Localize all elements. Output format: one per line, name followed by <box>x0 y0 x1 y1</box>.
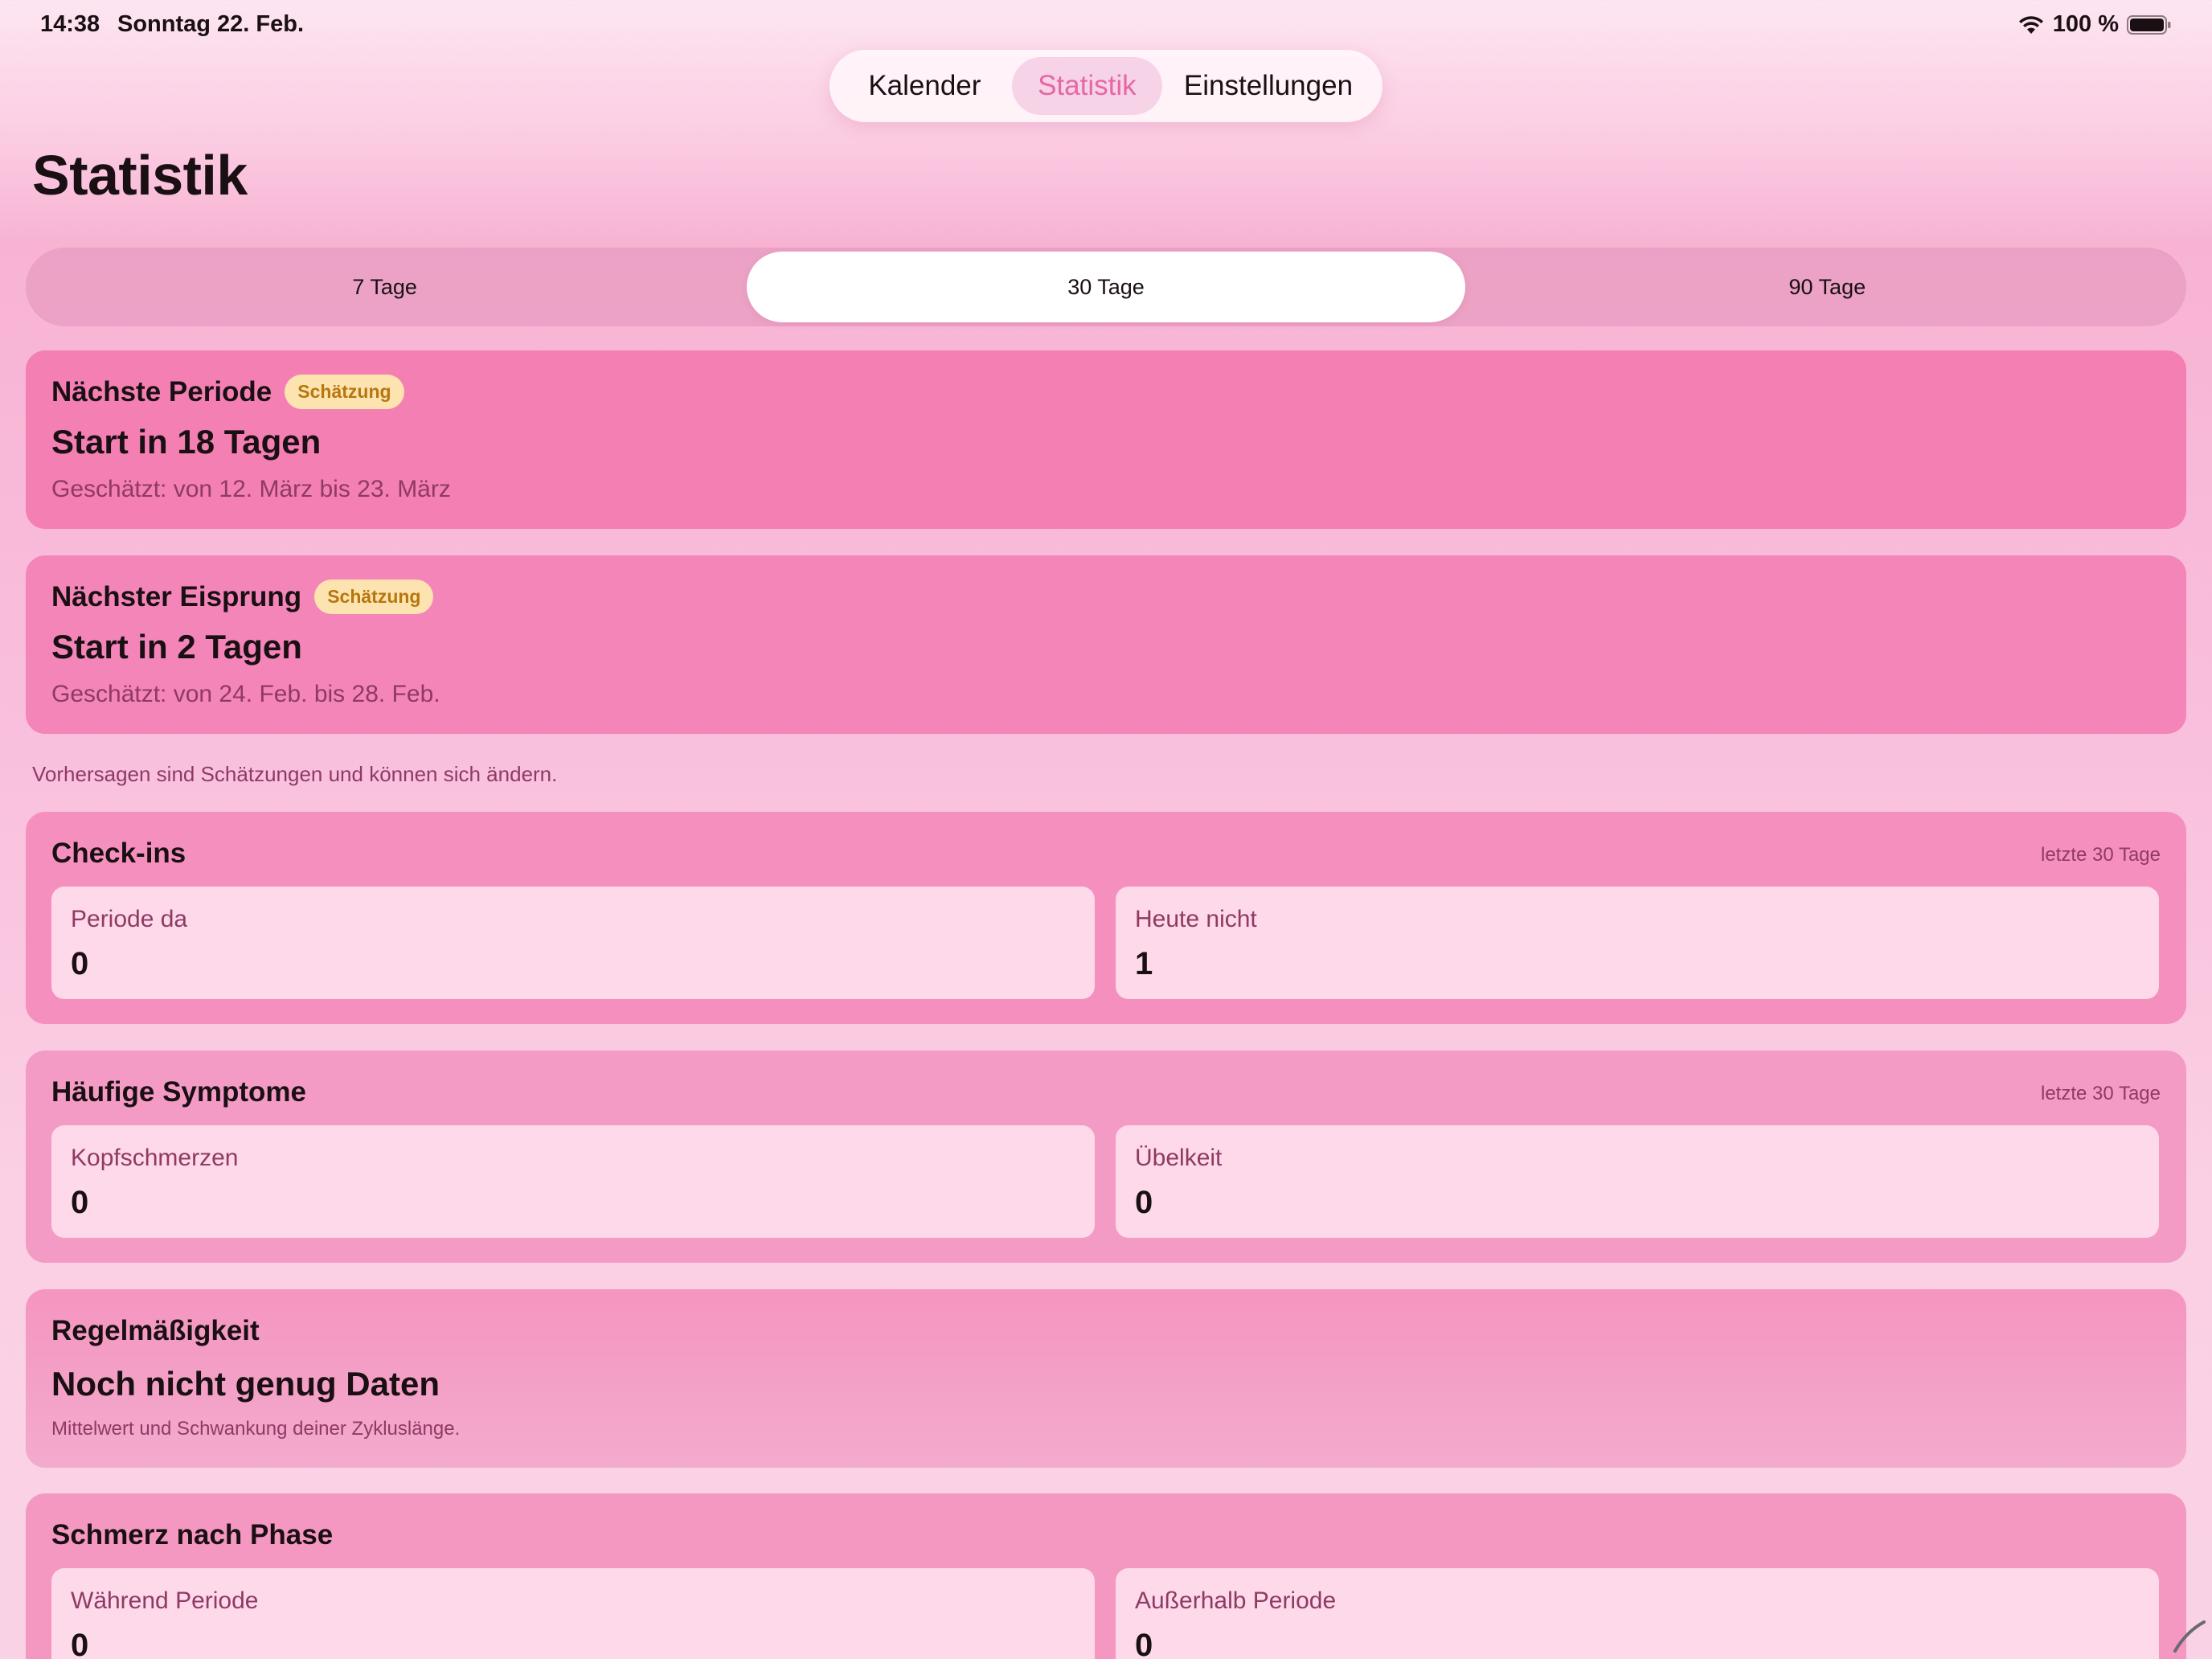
main-tab-bar: Kalender Statistik Einstellungen <box>830 50 1382 122</box>
prediction-disclaimer: Vorhersagen sind Schätzungen und können … <box>32 762 558 786</box>
next-period-card: Nächste Periode Schätzung Start in 18 Ta… <box>26 350 2186 529</box>
next-period-title: Nächste Periode <box>51 375 272 408</box>
range-90-days[interactable]: 90 Tage <box>1469 252 2186 322</box>
tile-label: Heute nicht <box>1135 906 1257 932</box>
scroll-indicator-icon <box>2173 1620 2206 1653</box>
symptoms-period: letzte 30 Tage <box>2040 1083 2161 1104</box>
regularity-headline: Noch nicht genug Daten <box>51 1365 440 1403</box>
status-time: 14:38 <box>40 11 100 37</box>
tab-kalender[interactable]: Kalender <box>838 57 1012 115</box>
range-30-days[interactable]: 30 Tage <box>747 252 1465 322</box>
regularity-note: Mittelwert und Schwankung deiner Zyklusl… <box>51 1418 461 1440</box>
tile-label: Übelkeit <box>1135 1145 1223 1171</box>
checkins-period: letzte 30 Tage <box>2040 844 2161 866</box>
regularity-card: Regelmäßigkeit Noch nicht genug Daten Mi… <box>26 1289 2186 1468</box>
page-title: Statistik <box>32 144 248 207</box>
status-indicators: 100 % <box>2017 11 2172 38</box>
symptom-tile: Kopfschmerzen 0 <box>51 1125 1095 1238</box>
symptoms-title: Häufige Symptome <box>51 1076 306 1108</box>
tab-einstellungen[interactable]: Einstellungen <box>1162 57 1374 115</box>
checkin-tile: Periode da 0 <box>51 887 1095 999</box>
tab-statistik[interactable]: Statistik <box>1011 57 1162 115</box>
tile-value: 0 <box>1135 1185 1153 1220</box>
tile-value: 0 <box>1135 1628 1153 1659</box>
tile-value: 0 <box>71 1628 89 1659</box>
tile-label: Während Periode <box>71 1587 259 1614</box>
pain-title: Schmerz nach Phase <box>51 1519 334 1550</box>
estimate-badge: Schätzung <box>314 580 434 614</box>
tile-value: 0 <box>71 946 89 981</box>
status-date: Sonntag 22. Feb. <box>117 11 305 37</box>
checkins-title: Check-ins <box>51 838 186 869</box>
status-bar: 14:38 Sonntag 22. Feb. 100 % <box>0 0 2212 51</box>
range-7-days[interactable]: 7 Tage <box>26 252 743 322</box>
wifi-icon <box>2018 15 2043 34</box>
tile-value: 0 <box>71 1185 89 1220</box>
next-period-headline: Start in 18 Tagen <box>51 423 322 461</box>
next-ovulation-headline: Start in 2 Tagen <box>51 628 302 666</box>
symptoms-card: Häufige Symptome letzte 30 Tage Kopfschm… <box>26 1051 2186 1263</box>
battery-percentage: 100 % <box>2052 11 2119 37</box>
tile-value: 1 <box>1135 946 1153 981</box>
regularity-title: Regelmäßigkeit <box>51 1315 260 1346</box>
checkins-card: Check-ins letzte 30 Tage Periode da 0 He… <box>26 812 2186 1024</box>
battery-icon <box>2127 14 2171 35</box>
pain-by-phase-card: Schmerz nach Phase Während Periode 0 Auß… <box>26 1493 2186 1659</box>
checkin-tile: Heute nicht 1 <box>1116 887 2159 999</box>
next-ovulation-card: Nächster Eisprung Schätzung Start in 2 T… <box>26 555 2186 734</box>
next-period-detail: Geschätzt: von 12. März bis 23. März <box>51 476 451 502</box>
symptom-tile: Übelkeit 0 <box>1116 1125 2159 1238</box>
range-segmented-control: 7 Tage 30 Tage 90 Tage <box>26 248 2186 326</box>
pain-tile: Außerhalb Periode 0 <box>1116 1568 2159 1659</box>
next-ovulation-detail: Geschätzt: von 24. Feb. bis 28. Feb. <box>51 681 440 707</box>
pain-tile: Während Periode 0 <box>51 1568 1095 1659</box>
next-ovulation-title: Nächster Eisprung <box>51 580 302 612</box>
tile-label: Periode da <box>71 906 188 932</box>
estimate-badge: Schätzung <box>285 375 404 409</box>
tile-label: Außerhalb Periode <box>1135 1587 1337 1614</box>
tile-label: Kopfschmerzen <box>71 1145 239 1171</box>
